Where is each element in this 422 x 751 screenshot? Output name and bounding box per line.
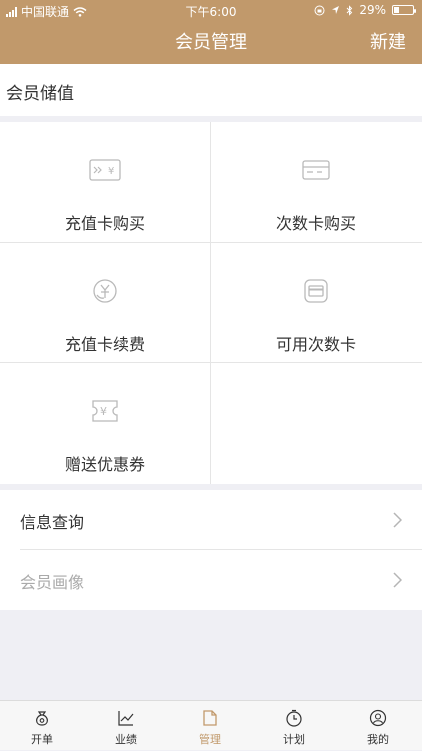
chart-icon	[117, 709, 135, 731]
recharge-card-purchase-button[interactable]: ¥ 充值卡购买	[0, 122, 210, 242]
tab-performance[interactable]: 业绩	[84, 701, 168, 751]
recharge-card-renew-button[interactable]: 充值卡续费	[0, 243, 210, 363]
new-button[interactable]: 新建	[370, 28, 406, 54]
tab-label: 我的	[367, 733, 389, 746]
location-icon	[332, 6, 340, 14]
info-list: 信息查询 会员画像	[0, 490, 422, 610]
tab-manage[interactable]: 管理	[168, 701, 252, 751]
lock-rotation-icon	[314, 5, 325, 15]
tab-label: 计划	[283, 733, 305, 746]
coupon-icon: ¥	[91, 400, 119, 426]
list-item-label: 会员画像	[20, 573, 85, 592]
action-grid: ¥ 充值卡购买 次数卡购买 充值卡续费 可用次数卡 ¥ 赠送优惠券	[0, 122, 422, 484]
recharge-card-icon: ¥	[89, 159, 121, 185]
list-item-member-profile[interactable]: 会员画像	[0, 550, 422, 610]
tab-me[interactable]: 我的	[336, 701, 420, 751]
tab-plan[interactable]: 计划	[252, 701, 336, 751]
grid-item-label: 充值卡购买	[64, 214, 145, 233]
user-icon	[369, 709, 387, 731]
list-item-info-query[interactable]: 信息查询	[0, 490, 422, 550]
count-card-purchase-button[interactable]: 次数卡购买	[211, 122, 421, 242]
section-title: 会员储值	[6, 84, 74, 104]
grid-item-label: 可用次数卡	[275, 335, 356, 354]
grid-item-label: 充值卡续费	[64, 335, 145, 354]
bluetooth-icon	[346, 4, 353, 16]
chevron-right-icon	[393, 572, 402, 588]
list-item-label: 信息查询	[20, 513, 85, 532]
bag-icon	[33, 709, 51, 731]
page-title: 会员管理	[175, 32, 247, 53]
tab-label: 开单	[31, 733, 53, 746]
battery-icon	[392, 5, 416, 15]
status-bar: 中国联通 下午6:00 29%	[0, 0, 422, 20]
header: 中国联通 下午6:00 29% 会员管理 新建	[0, 0, 422, 64]
svg-text:¥: ¥	[100, 405, 107, 418]
renew-icon	[92, 278, 118, 308]
available-count-card-button[interactable]: 可用次数卡	[211, 243, 421, 363]
tab-order[interactable]: 开单	[0, 701, 84, 751]
section-header: 会员储值	[0, 64, 422, 116]
timer-icon	[285, 709, 303, 731]
gift-coupon-button[interactable]: ¥ 赠送优惠券	[0, 363, 210, 483]
tab-bar: 开单 业绩 管理 计划 我的	[0, 700, 422, 750]
available-card-icon	[304, 279, 328, 307]
document-icon	[201, 709, 219, 731]
grid-item-label: 次数卡购买	[275, 214, 356, 233]
tab-label: 管理	[199, 733, 221, 746]
svg-text:¥: ¥	[108, 166, 114, 177]
grid-item-label: 赠送优惠券	[64, 455, 145, 474]
count-card-icon	[302, 160, 330, 184]
chevron-right-icon	[393, 512, 402, 528]
battery-percent: 29%	[359, 3, 386, 17]
tab-label: 业绩	[115, 733, 137, 746]
